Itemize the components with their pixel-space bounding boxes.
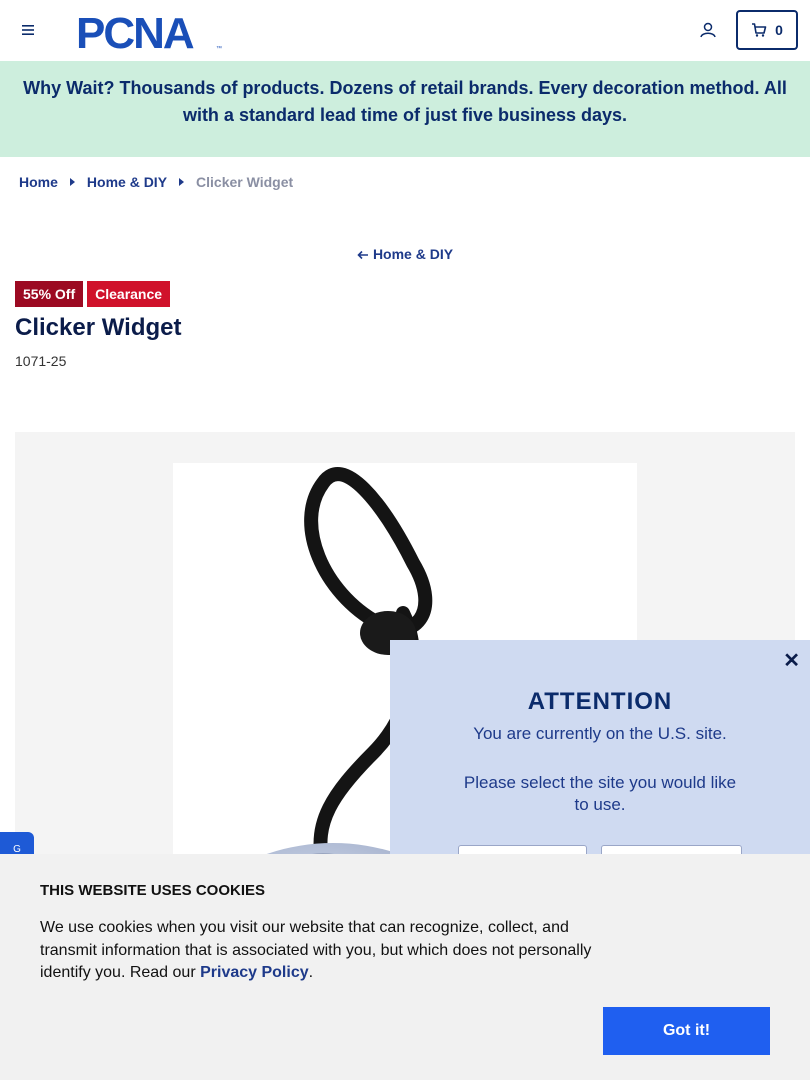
clearance-badge: Clearance: [87, 281, 171, 307]
close-icon[interactable]: ✕: [783, 648, 800, 673]
back-link-label: Home & DIY: [372, 246, 454, 262]
pcna-logo[interactable]: PCNA ™: [76, 10, 226, 52]
privacy-policy-link[interactable]: Privacy Policy: [200, 964, 309, 981]
hamburger-menu-icon[interactable]: [18, 20, 38, 40]
cookie-period: .: [308, 964, 314, 981]
cookie-title: THIS WEBSITE USES COOKIES: [40, 882, 266, 899]
cart-button[interactable]: 0: [736, 10, 798, 50]
cart-icon: [752, 23, 767, 37]
cookie-text: We use cookies when you visit our websit…: [40, 917, 600, 985]
account-icon[interactable]: [697, 19, 719, 41]
product-sku: 1071-25: [15, 353, 67, 369]
modal-select-site-text: Please select the site you would like to…: [463, 773, 737, 814]
arrow-left-icon: [357, 250, 368, 260]
promo-banner-text: Why Wait? Thousands of products. Dozens …: [23, 78, 787, 125]
cart-count: 0: [775, 22, 783, 38]
site-header: PCNA ™ 0: [0, 0, 810, 61]
caret-right-icon: [69, 178, 75, 186]
svg-text:™: ™: [216, 45, 222, 52]
site-selector-modal: ✕ ATTENTION You are currently on the U.S…: [390, 640, 810, 865]
product-badges: 55% Off Clearance: [15, 281, 171, 307]
cookie-banner: THIS WEBSITE USES COOKIES We use cookies…: [0, 854, 810, 1080]
breadcrumb: Home Home & DIY Clicker Widget: [19, 174, 293, 190]
discount-badge: 55% Off: [15, 281, 84, 307]
breadcrumb-current: Clicker Widget: [196, 174, 294, 190]
accept-cookies-button[interactable]: Got it!: [603, 1007, 770, 1055]
promo-banner: Why Wait? Thousands of products. Dozens …: [0, 61, 810, 157]
logo-text: PCNA: [76, 10, 194, 52]
product-title: Clicker Widget: [15, 314, 182, 341]
modal-current-site-text: You are currently on the U.S. site.: [473, 724, 727, 743]
cookie-body: We use cookies when you visit our websit…: [40, 919, 592, 981]
caret-right-icon: [179, 178, 185, 186]
back-to-category-link[interactable]: Home & DIY: [0, 246, 810, 262]
breadcrumb-home-diy[interactable]: Home & DIY: [87, 174, 167, 190]
breadcrumb-home[interactable]: Home: [19, 174, 58, 190]
modal-title: ATTENTION: [527, 688, 673, 715]
